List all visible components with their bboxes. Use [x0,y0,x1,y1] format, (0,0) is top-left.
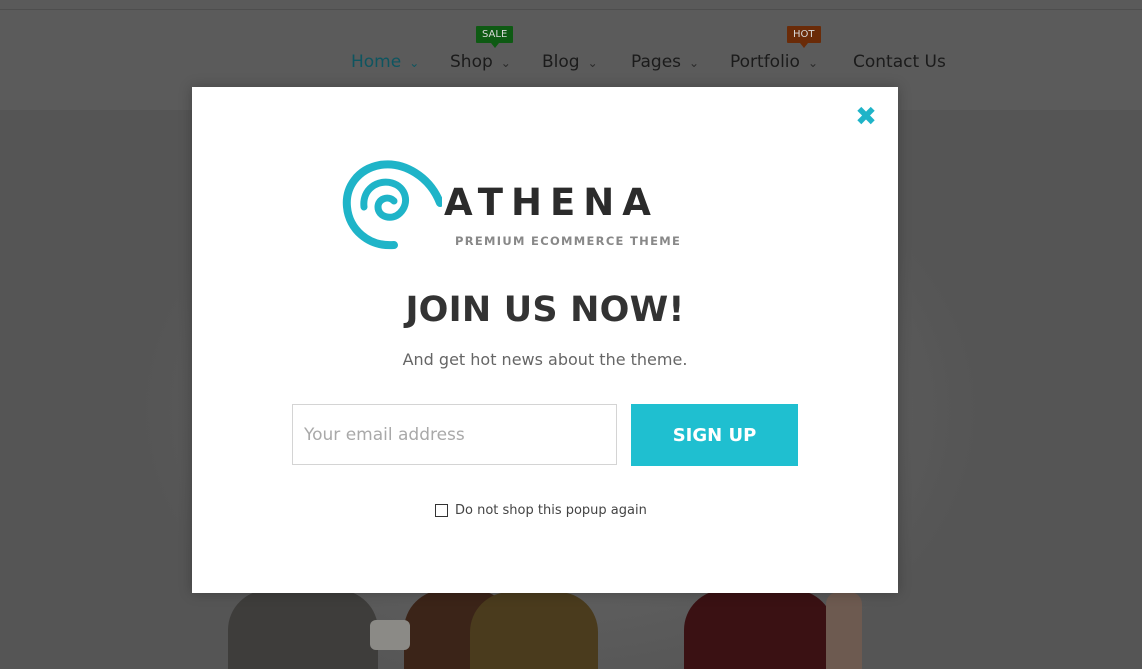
close-icon[interactable]: ✖ [854,104,878,130]
nav-label: Pages [631,52,682,72]
nav-item-shop[interactable]: Shop ⌄ [450,51,511,73]
chevron-down-icon: ⌄ [500,56,511,70]
hero-model-figure [470,592,598,669]
hero-model-figure [684,590,834,669]
nav-label: Portfolio [730,52,800,72]
chevron-down-icon: ⌄ [409,56,420,70]
dont-show-checkbox[interactable] [435,504,448,517]
popup-subtitle: And get hot news about the theme. [402,350,688,369]
nav-label: Home [351,52,402,72]
nav-item-blog[interactable]: Blog ⌄ [542,51,598,73]
newsletter-popup: ✖ ATHENA PREMIUM ECOMMERCE THEME JOIN US… [192,87,898,593]
top-strip [0,0,1142,10]
dont-show-label: Do not shop this popup again [455,503,647,518]
nav-item-home[interactable]: Home ⌄ [351,51,419,73]
hero-model-bracelet [370,620,410,650]
chevron-down-icon: ⌄ [807,56,818,70]
hero-model-hand [826,592,862,669]
nav-label: Blog [542,52,580,72]
sign-up-button[interactable]: SIGN UP [631,404,798,466]
nav-label: Shop [450,52,493,72]
athena-logo: ATHENA PREMIUM ECOMMERCE THEME [342,159,692,255]
swirl-logo-icon [342,160,442,250]
hero-model-figure [228,590,378,669]
popup-title: JOIN US NOW! [405,290,685,330]
nav-item-portfolio[interactable]: Portfolio ⌄ [730,51,818,73]
chevron-down-icon: ⌄ [587,56,598,70]
nav-item-pages[interactable]: Pages ⌄ [631,51,699,73]
hot-badge: HOT [787,26,821,48]
logo-word: ATHENA [444,181,659,224]
sale-badge: SALE [476,26,514,48]
logo-tagline: PREMIUM ECOMMERCE THEME [455,234,682,248]
nav-label: Contact Us [853,52,946,72]
dont-show-again[interactable]: Do not shop this popup again [435,503,647,518]
chevron-down-icon: ⌄ [689,56,700,70]
nav-item-contact-us[interactable]: Contact Us [853,51,946,73]
email-field[interactable] [292,404,617,465]
